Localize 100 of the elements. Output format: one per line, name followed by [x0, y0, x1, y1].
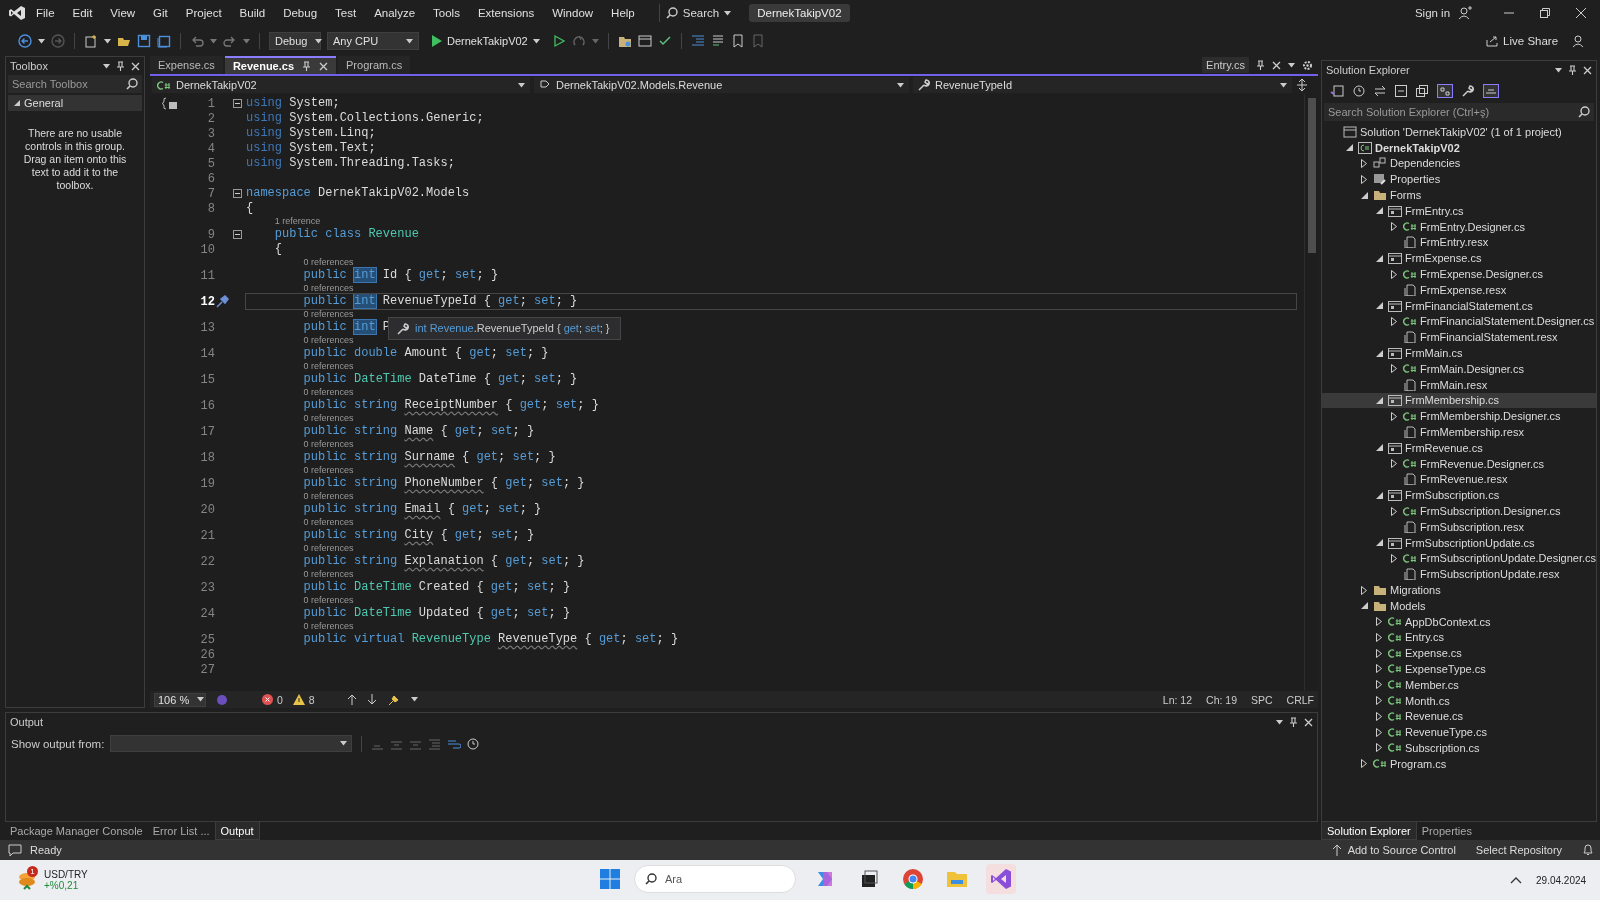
- caret-icon[interactable]: [1288, 62, 1295, 68]
- zoom-dropdown[interactable]: 106 %: [154, 692, 206, 707]
- pin-icon[interactable]: [1568, 65, 1578, 75]
- wrench-icon[interactable]: [397, 322, 409, 335]
- caret-icon[interactable]: [315, 38, 323, 44]
- collapse-all-icon[interactable]: [1395, 85, 1407, 97]
- back-icon[interactable]: [18, 34, 32, 48]
- caret-icon[interactable]: [197, 697, 205, 702]
- brush-icon[interactable]: [386, 693, 401, 706]
- vertical-scrollbar[interactable]: [1304, 94, 1318, 691]
- caret-icon[interactable]: [1276, 719, 1283, 725]
- start-button[interactable]: DernekTakipV02: [425, 34, 546, 48]
- collapsed-icon[interactable]: [1391, 506, 1397, 516]
- arrow-up-icon[interactable]: [1331, 844, 1342, 856]
- notification-icon[interactable]: [8, 844, 22, 856]
- tree-item[interactable]: Expense.cs: [1405, 647, 1462, 660]
- tree-item[interactable]: FrmEntry.cs: [1405, 204, 1464, 217]
- search-icon[interactable]: [126, 78, 138, 90]
- tree-item[interactable]: FrmExpense.Designer.cs: [1420, 268, 1543, 281]
- menu-item[interactable]: View: [102, 4, 144, 22]
- collapsed-icon[interactable]: [1391, 553, 1397, 563]
- start-without-debugging-icon[interactable]: [551, 34, 566, 48]
- code-lens[interactable]: 0 references: [303, 491, 1304, 502]
- tree-item[interactable]: FrmEntry.resx: [1420, 236, 1489, 249]
- expanded-icon[interactable]: [1360, 602, 1368, 610]
- whitespace-mode[interactable]: SPC: [1251, 693, 1273, 706]
- error-count[interactable]: 0: [262, 693, 283, 706]
- bell-icon[interactable]: [1582, 844, 1595, 856]
- tree-item[interactable]: FrmEntry.Designer.cs: [1420, 220, 1525, 233]
- save-all-icon[interactable]: [157, 34, 171, 48]
- close-icon[interactable]: [1272, 60, 1281, 70]
- pin-icon[interactable]: [1289, 717, 1298, 727]
- menu-item[interactable]: Git: [145, 4, 176, 22]
- tree-item[interactable]: Member.cs: [1405, 678, 1459, 691]
- tree-item[interactable]: FrmMembership.Designer.cs: [1420, 410, 1561, 423]
- arrow-down-icon[interactable]: [366, 694, 377, 705]
- caret-icon[interactable]: [104, 38, 111, 44]
- code-lens[interactable]: 0 references: [303, 517, 1304, 528]
- menu-item[interactable]: Debug: [275, 4, 326, 22]
- tree-item[interactable]: AppDbContext.cs: [1405, 615, 1491, 628]
- close-icon[interactable]: [319, 61, 329, 71]
- collapsed-icon[interactable]: [1391, 269, 1397, 279]
- tree-item[interactable]: FrmSubscription.resx: [1420, 520, 1524, 533]
- document-tab[interactable]: Revenue.cs: [224, 56, 337, 74]
- start-icon[interactable]: [600, 869, 620, 889]
- collapse-icon[interactable]: [233, 189, 242, 198]
- collapse-icon[interactable]: [233, 230, 242, 239]
- close-icon[interactable]: [1304, 717, 1313, 727]
- browser-icon[interactable]: [902, 868, 924, 890]
- tree-item[interactable]: FrmFinancialStatement.cs: [1405, 299, 1533, 312]
- redo-icon[interactable]: [223, 34, 237, 48]
- panel-tab[interactable]: Properties: [1416, 822, 1477, 840]
- tree-item[interactable]: Properties: [1390, 173, 1441, 186]
- caret-icon[interactable]: [103, 63, 110, 69]
- sign-in-link[interactable]: Sign in: [1414, 7, 1451, 19]
- expanded-icon[interactable]: [1375, 539, 1383, 547]
- tree-item[interactable]: FrmExpense.resx: [1420, 283, 1507, 296]
- tree-item[interactable]: FrmSubscriptionUpdate.resx: [1420, 568, 1560, 581]
- collapsed-icon[interactable]: [1391, 411, 1397, 421]
- code-lens[interactable]: 0 references: [303, 283, 1304, 294]
- menu-item[interactable]: Project: [177, 4, 230, 22]
- task-view-icon[interactable]: [859, 869, 879, 889]
- comment-icon[interactable]: [710, 34, 725, 48]
- visual-studio-icon[interactable]: [990, 868, 1012, 890]
- pin-icon[interactable]: [116, 61, 125, 71]
- tree-item[interactable]: FrmFinancialStatement.resx: [1420, 331, 1558, 344]
- taskbar-search[interactable]: Ara: [634, 865, 796, 893]
- wrench-icon[interactable]: [918, 79, 930, 91]
- search-menu[interactable]: Search: [658, 4, 738, 22]
- tree-item[interactable]: Solution 'DernekTakipV02' (1 of 1 project): [1360, 125, 1562, 138]
- code-lens[interactable]: 0 references: [303, 595, 1304, 606]
- search-field[interactable]: Search Solution Explorer (Ctrl+ş): [1324, 103, 1595, 121]
- tree-item[interactable]: FrmRevenue.Designer.cs: [1420, 457, 1545, 470]
- tree-item[interactable]: Month.cs: [1405, 694, 1450, 707]
- tree-item[interactable]: FrmMain.Designer.cs: [1420, 362, 1524, 375]
- chevron-up-icon[interactable]: [1510, 876, 1522, 884]
- expanded-icon[interactable]: [1345, 144, 1353, 152]
- panel-tab[interactable]: Solution Explorer: [1321, 822, 1417, 840]
- tree-item[interactable]: DernekTakipV02: [1375, 141, 1460, 154]
- pin-icon[interactable]: [1256, 60, 1265, 70]
- preview-tab[interactable]: Entry.cs: [1202, 57, 1249, 73]
- live-share-button[interactable]: Live Share: [1486, 35, 1559, 47]
- menu-item[interactable]: Test: [327, 4, 365, 22]
- quick-actions-icon[interactable]: [215, 295, 229, 308]
- tree-item[interactable]: FrmSubscription.Designer.cs: [1420, 505, 1561, 517]
- configuration-dropdown[interactable]: Debug: [269, 32, 321, 50]
- tree-item[interactable]: FrmSubscriptionUpdate.cs: [1405, 536, 1535, 549]
- expanded-icon[interactable]: [1375, 444, 1383, 452]
- member-dropdown[interactable]: RevenueTypeId: [913, 77, 1292, 93]
- tree-item[interactable]: Revenue.cs: [1405, 710, 1464, 723]
- collapsed-icon[interactable]: [1361, 585, 1367, 595]
- tree-item[interactable]: Forms: [1390, 189, 1422, 202]
- close-icon[interactable]: [1583, 65, 1593, 75]
- caret-icon[interactable]: [406, 38, 413, 44]
- warning-count[interactable]: 8: [292, 693, 315, 706]
- code-lens[interactable]: 0 references: [303, 361, 1304, 372]
- platform-dropdown[interactable]: Any CPU: [327, 32, 419, 50]
- expanded-icon[interactable]: [1375, 349, 1383, 357]
- settings-icon[interactable]: [1302, 59, 1313, 71]
- caret-icon[interactable]: [340, 741, 348, 746]
